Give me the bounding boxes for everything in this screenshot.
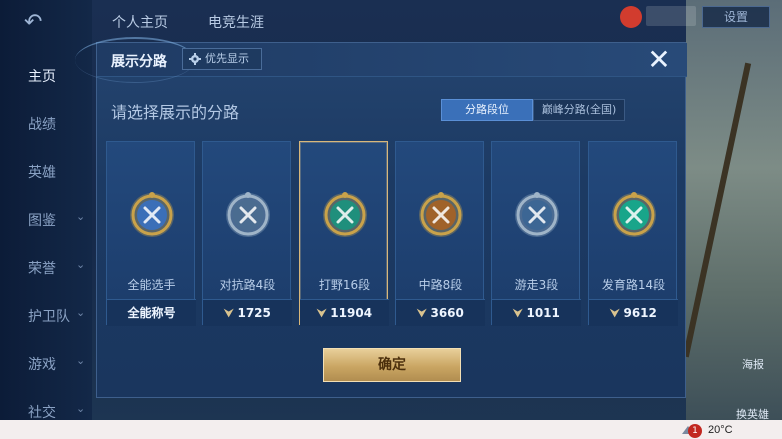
chevron-down-icon: ⌄ — [76, 354, 86, 367]
lane-card-score: ⮟ 1725 — [203, 299, 292, 326]
lane-card[interactable]: 发育路14段 ⮟ 9612 — [588, 141, 678, 326]
roam-icon — [514, 192, 560, 238]
sidebar-item-label: 社交 — [28, 405, 56, 421]
rank-points-icon: ⮟ — [316, 307, 327, 320]
rank-points-icon: ⮟ — [224, 307, 234, 320]
lane-card-score: ⮟ 11904 — [300, 299, 389, 326]
gear-icon — [189, 53, 201, 65]
lane-card-score: ⮟ 1011 — [492, 299, 581, 326]
rank-points-icon: ⮟ — [513, 307, 523, 320]
lane-card-score: ⮟ 3660 — [396, 299, 485, 326]
priority-display-label: 优先显示 — [205, 52, 249, 65]
sidebar-item-0[interactable]: 主页 — [0, 66, 92, 86]
sidebar-item-2[interactable]: 英雄 — [0, 162, 92, 182]
temperature-readout: 20°C — [708, 424, 733, 436]
sidebar-item-3[interactable]: 图鉴 ⌄ — [0, 210, 92, 230]
chevron-down-icon: ⌄ — [76, 306, 86, 319]
lane-card-score: 全能称号 — [107, 299, 196, 326]
sidebar-item-label: 战绩 — [28, 117, 56, 133]
settings-button[interactable]: 设置 — [702, 6, 770, 28]
lane-card-score-value: 1011 — [526, 306, 560, 320]
avatar[interactable] — [620, 6, 642, 28]
allround-icon — [129, 192, 175, 238]
rank-points-icon: ⮟ — [417, 307, 427, 320]
farm-lane-icon — [611, 192, 657, 238]
lane-card-score: ⮟ 9612 — [589, 299, 678, 326]
sidebar-item-6[interactable]: 游戏 ⌄ — [0, 354, 92, 374]
lane-card-list: 全能选手 全能称号 对抗路4段 ⮟ 1725 打野16段 ⮟ 11904 中路8段 ⮟ 3660 游走… — [106, 141, 678, 326]
priority-display-button[interactable]: 优先显示 — [182, 48, 262, 70]
lane-card[interactable]: 对抗路4段 ⮟ 1725 — [202, 141, 292, 326]
sidebar-item-label: 护卫队 — [28, 309, 70, 325]
chevron-down-icon: ⌄ — [76, 258, 86, 271]
lane-card-score-value: 全能称号 — [127, 306, 176, 320]
scenery-panel — [682, 0, 782, 420]
lane-card-name: 发育路14段 — [601, 278, 666, 292]
dialog-header: 展示分路 优先显示 ✕ — [75, 37, 687, 83]
lane-card-score-value: 9612 — [623, 306, 657, 320]
lane-card[interactable]: 全能选手 全能称号 — [106, 141, 196, 326]
sidebar-item-5[interactable]: 护卫队 ⌄ — [0, 306, 92, 326]
confirm-button[interactable]: 确定 — [323, 348, 461, 382]
display-lane-dialog: 展示分路 优先显示 ✕ 请选择展示的分路 分路段位 巅峰分路(全国) 全能选手全… — [75, 37, 687, 398]
sidebar-item-label: 荣誉 — [28, 261, 56, 277]
lane-card-name: 游走3段 — [514, 278, 559, 292]
chevron-down-icon: ⌄ — [76, 402, 86, 415]
tree-trunk — [682, 62, 752, 358]
poster-label[interactable]: 海报 — [742, 356, 764, 372]
sidebar-item-label: 主页 — [28, 69, 56, 85]
lane-card-name: 打野16段 — [318, 278, 371, 292]
jungle-icon — [322, 192, 368, 238]
lane-card-name: 对抗路4段 — [219, 278, 276, 292]
clash-lane-icon — [225, 192, 271, 238]
notification-badge: 1 — [688, 424, 702, 438]
lane-card[interactable]: 打野16段 ⮟ 11904 — [299, 141, 389, 326]
lane-card[interactable]: 中路8段 ⮟ 3660 — [395, 141, 485, 326]
lane-card-score-value: 3660 — [430, 306, 464, 320]
tab-lane-rank[interactable]: 分路段位 — [441, 99, 533, 121]
sidebar-item-7[interactable]: 社交 ⌄ — [0, 402, 92, 422]
tab-personal-home[interactable]: 个人主页 — [112, 12, 168, 32]
mid-lane-icon — [418, 192, 464, 238]
lane-card-score-value: 1725 — [237, 306, 271, 320]
lane-card-name: 全能选手 — [127, 278, 176, 292]
tab-esports-career[interactable]: 电竞生涯 — [208, 12, 264, 32]
chevron-down-icon: ⌄ — [76, 210, 86, 223]
lane-card-name: 中路8段 — [418, 278, 463, 292]
close-icon[interactable]: ✕ — [643, 45, 675, 75]
dialog-title: 展示分路 — [111, 54, 167, 70]
sidebar-item-label: 游戏 — [28, 357, 56, 373]
sidebar-item-4[interactable]: 荣誉 ⌄ — [0, 258, 92, 278]
tab-peak-lane-national[interactable]: 巅峰分路(全国) — [533, 99, 625, 121]
lane-card-score-value: 11904 — [330, 306, 373, 320]
sidebar-item-label: 英雄 — [28, 165, 56, 181]
sidebar-item-1[interactable]: 战绩 — [0, 114, 92, 134]
taskbar — [0, 420, 782, 439]
lane-card[interactable]: 游走3段 ⮟ 1011 — [491, 141, 581, 326]
back-arrow-icon[interactable]: ↶ — [24, 12, 64, 34]
sidebar-item-label: 图鉴 — [28, 213, 56, 229]
rank-points-icon: ⮟ — [610, 307, 620, 320]
player-name-field — [646, 6, 696, 26]
select-lane-heading: 请选择展示的分路 — [111, 103, 240, 122]
